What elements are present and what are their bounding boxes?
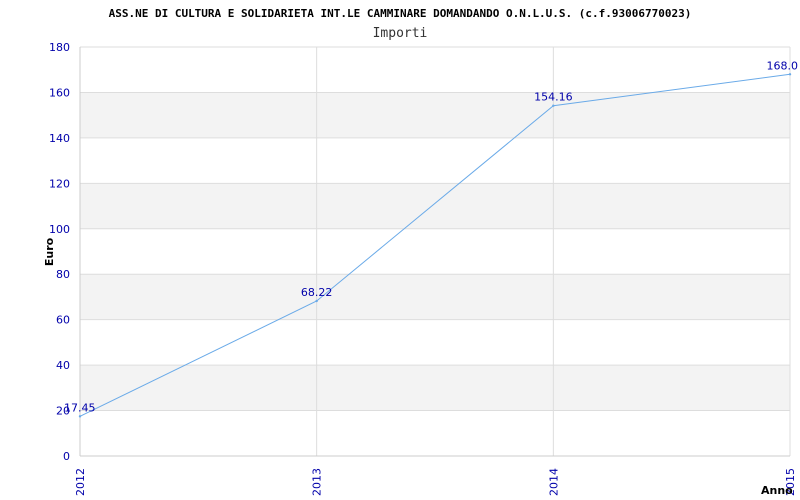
y-tick-label: 40: [56, 359, 70, 372]
x-tick-label: 2014: [547, 468, 560, 496]
plot-band: [80, 183, 790, 229]
y-axis-label: Euro: [43, 237, 56, 266]
y-tick-label: 100: [49, 223, 70, 236]
plot-band: [80, 319, 790, 366]
chart-title: ASS.NE DI CULTURA E SOLIDARIETA INT.LE C…: [109, 7, 692, 20]
line-chart: 020406080100120140160180 2012 2013 2014 201…: [43, 7, 799, 497]
y-tick-label: 0: [63, 450, 70, 463]
y-tick-label: 60: [56, 314, 70, 327]
plot-band: [80, 274, 790, 320]
x-axis-label: Anno: [761, 484, 793, 497]
data-label: 154.16: [534, 91, 573, 104]
y-tick-label: 180: [49, 41, 70, 54]
y-tick-label: 160: [49, 86, 70, 99]
data-point: [552, 104, 555, 107]
plot-band: [80, 47, 790, 93]
plot-background: [80, 47, 790, 456]
y-tick-label: 120: [49, 177, 70, 190]
plot-band: [80, 228, 790, 275]
chart-subtitle: Importi: [373, 26, 428, 41]
x-tick-label: 2012: [74, 468, 87, 496]
x-axis-ticks: 2012 2013 2014 2015: [74, 468, 797, 496]
data-label: 17.45: [64, 401, 96, 414]
x-tick-label: 2013: [311, 468, 324, 496]
data-label: 168.0: [767, 59, 799, 72]
y-tick-label: 80: [56, 268, 70, 281]
plot-band: [80, 410, 790, 456]
y-tick-label: 140: [49, 132, 70, 145]
data-point: [315, 299, 318, 303]
plot-band: [80, 92, 790, 138]
plot-band: [80, 137, 790, 184]
data-point: [788, 73, 792, 76]
plot-band: [80, 365, 790, 411]
data-point: [78, 415, 82, 418]
data-label: 68.22: [301, 286, 333, 299]
